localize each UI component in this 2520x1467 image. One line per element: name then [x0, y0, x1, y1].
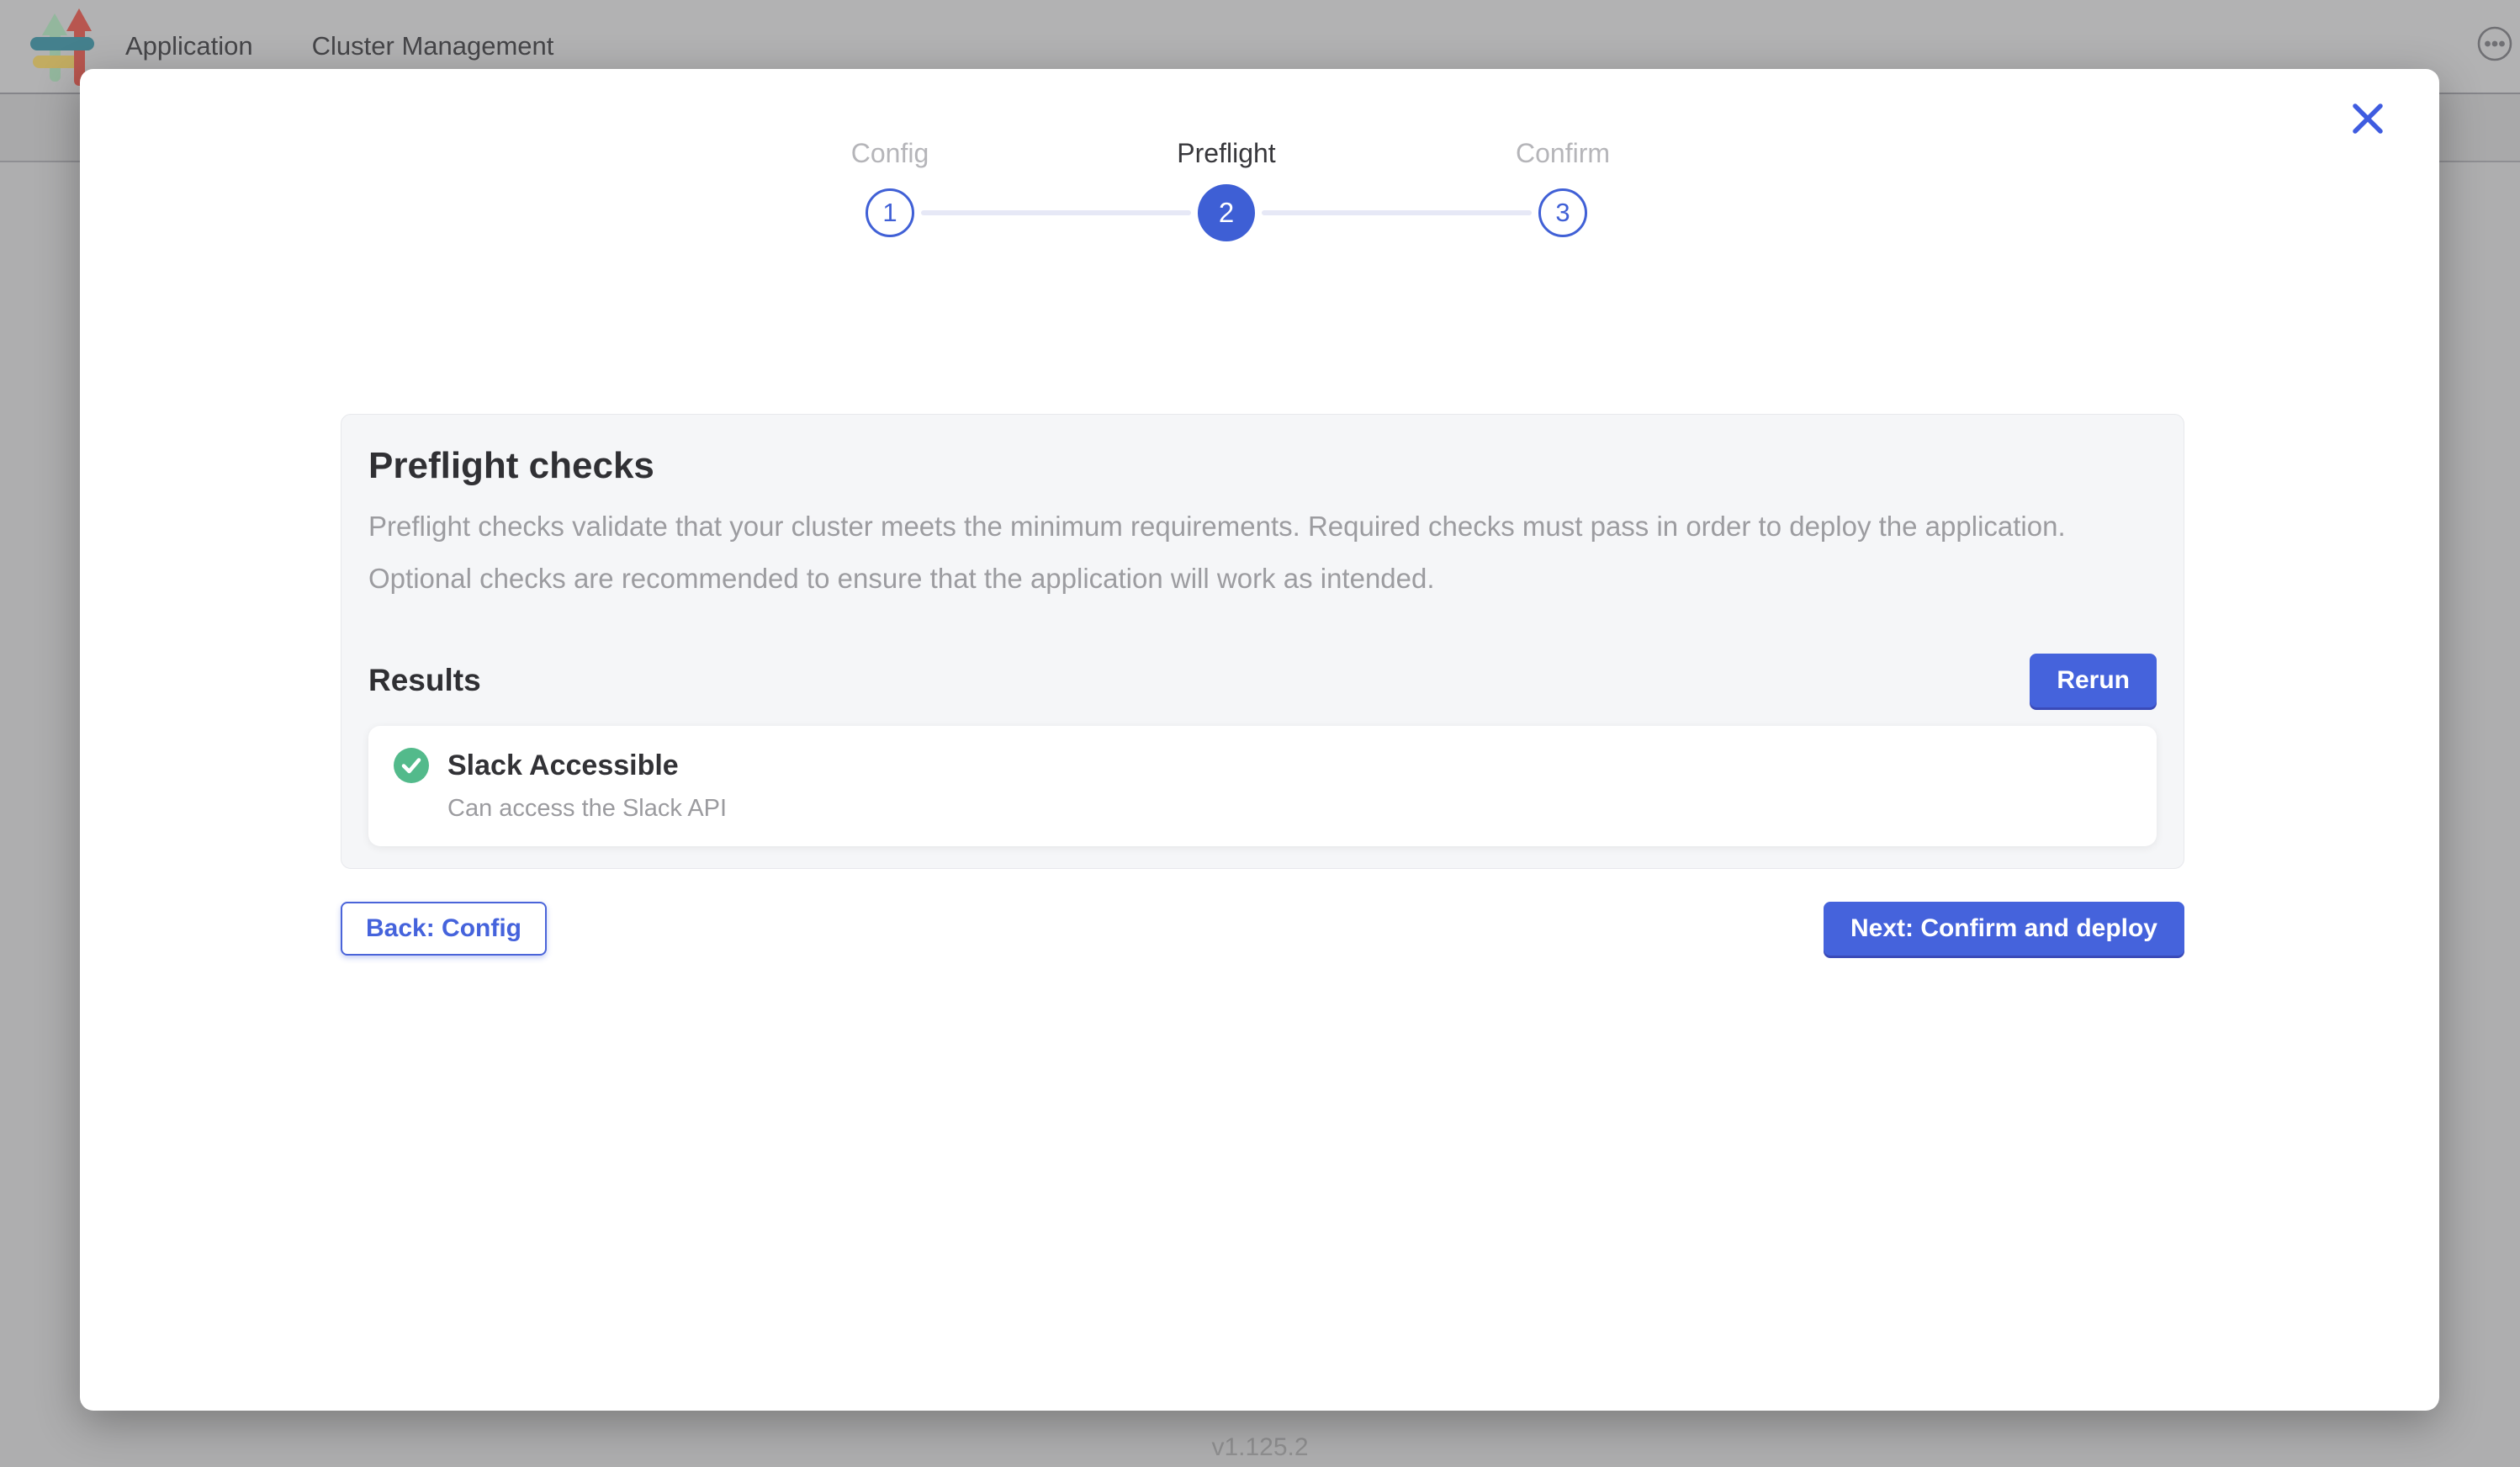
nav-tab-application[interactable]: Application	[125, 31, 253, 61]
panel-description: Preflight checks validate that your clus…	[368, 500, 2157, 605]
stepper-connector	[1262, 210, 1532, 215]
ellipsis-menu-icon[interactable]	[2477, 26, 2512, 61]
step-circle-2: 2	[1198, 184, 1255, 241]
check-texts: Slack Accessible Can access the Slack AP…	[447, 746, 727, 823]
stepper-step-confirm: Confirm 3	[1395, 135, 1731, 172]
stepper-connector	[921, 210, 1191, 215]
close-icon[interactable]	[2348, 99, 2387, 138]
step-label: Preflight	[1058, 135, 1395, 172]
app-version: v1.125.2	[0, 1433, 2520, 1462]
preflight-result-item: Slack Accessible Can access the Slack AP…	[368, 726, 2157, 846]
step-label: Config	[722, 135, 1058, 172]
panel-title: Preflight checks	[368, 445, 2157, 487]
step-label: Confirm	[1395, 135, 1731, 172]
nav-tab-cluster-management[interactable]: Cluster Management	[312, 31, 554, 61]
step-circle-1: 1	[866, 188, 914, 237]
back-config-button[interactable]: Back: Config	[341, 902, 547, 956]
step-circle-3: 3	[1538, 188, 1587, 237]
preflight-modal: Config 1 Preflight 2 Confirm 3 Preflight…	[80, 69, 2439, 1411]
rerun-button[interactable]: Rerun	[2030, 654, 2157, 707]
wizard-footer: Back: Config Next: Confirm and deploy	[341, 902, 2184, 956]
wizard-stepper: Config 1 Preflight 2 Confirm 3	[722, 135, 1899, 286]
preflight-checks-panel: Preflight checks Preflight checks valida…	[341, 414, 2184, 869]
check-detail: Can access the Slack API	[447, 795, 727, 823]
next-confirm-deploy-button[interactable]: Next: Confirm and deploy	[1824, 902, 2184, 956]
check-name: Slack Accessible	[447, 746, 727, 785]
stepper-step-config: Config 1	[722, 135, 1058, 172]
screen: Application Cluster Management v1.125.2	[0, 0, 2520, 1467]
results-heading: Results	[368, 663, 481, 698]
results-row: Results Rerun	[368, 654, 2157, 707]
check-circle-icon	[394, 748, 429, 787]
stepper-step-preflight: Preflight 2	[1058, 135, 1395, 172]
